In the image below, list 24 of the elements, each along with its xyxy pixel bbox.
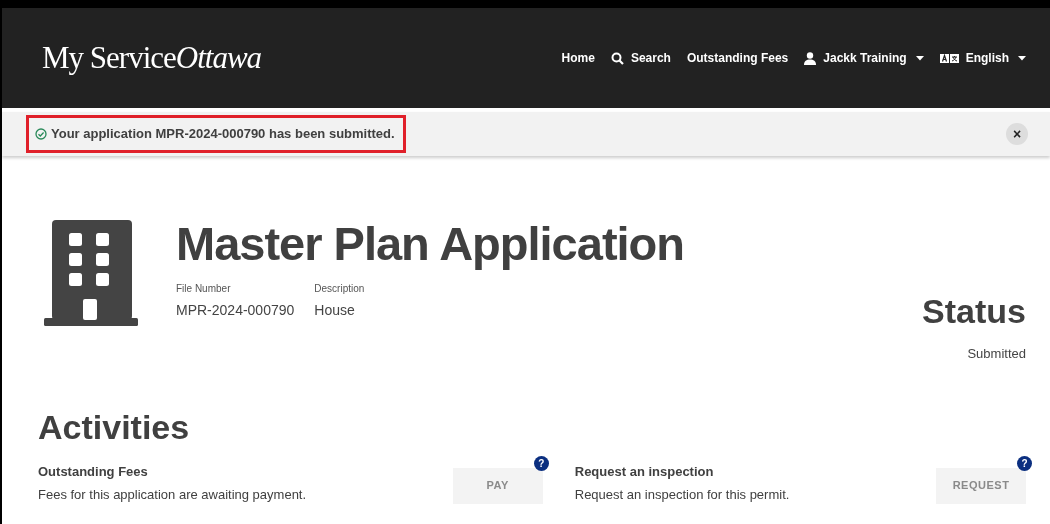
building-icon (44, 220, 138, 326)
activity-title: Request an inspection (574, 462, 715, 481)
nav-link[interactable]: Home (561, 49, 595, 67)
activity-description: Fees for this application are awaiting payment. (38, 486, 307, 504)
field-value: House (314, 301, 356, 320)
section-heading: Activities (38, 409, 191, 444)
nav-link[interactable]: Search (610, 49, 671, 67)
nav-link[interactable]: Outstanding Fees (686, 49, 789, 67)
activity-description: Request an inspection for this permit. (574, 486, 790, 504)
language-icon (939, 52, 959, 64)
field-label: Description (314, 282, 365, 296)
nav-link[interactable]: English (939, 49, 1026, 67)
close-button[interactable]: × (1006, 123, 1028, 145)
check-circle-icon (35, 128, 47, 140)
alert-message: Your application MPR-2024-000790 has been submitted. (51, 125, 395, 144)
logo[interactable]: My ServiceOttawa (42, 34, 262, 82)
nav-link[interactable]: Jackk Training (804, 49, 924, 67)
user-icon (804, 51, 817, 65)
search-icon (610, 51, 624, 65)
field-value: MPR-2024-000790 (176, 301, 295, 320)
activity-title: Outstanding Fees (38, 462, 149, 481)
field-label: File Number (176, 282, 232, 296)
status-value: Submitted (966, 345, 1026, 363)
status-heading: Status (922, 294, 1026, 328)
